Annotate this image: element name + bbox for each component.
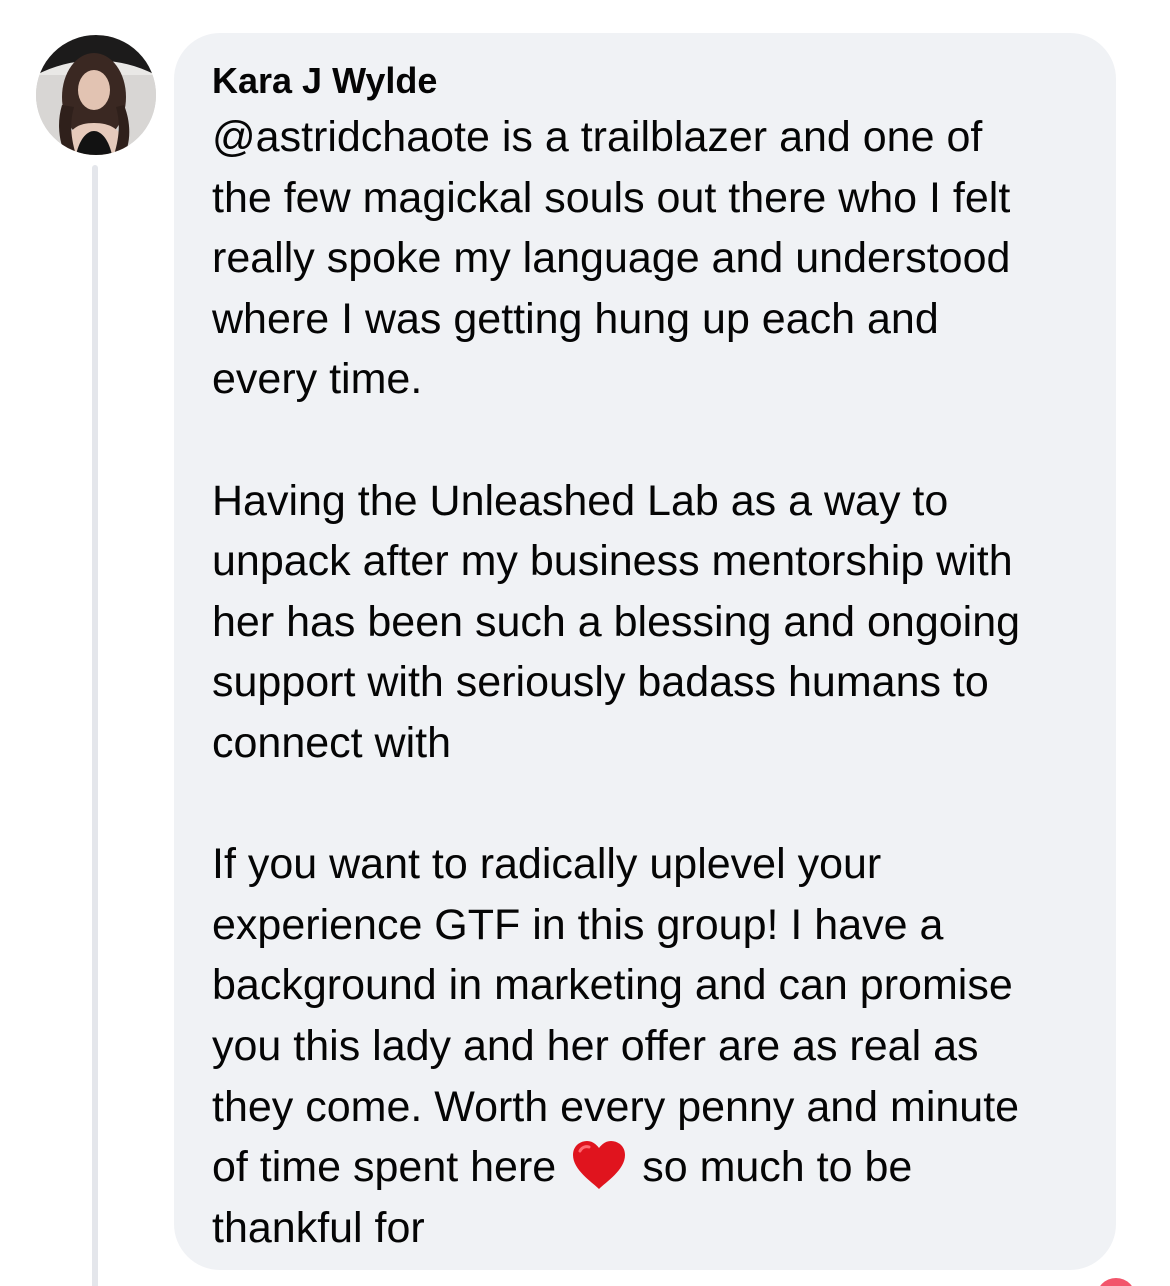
comment-line: they come. Worth every penny and minute [212, 1082, 1020, 1131]
comment-paragraph: If you want to radically uplevel your ex… [212, 834, 1086, 1258]
comment-line-with-emoji: of time spent here so much to be [212, 1137, 1086, 1198]
comment-line: you this lady and her offer are as real … [212, 1021, 979, 1070]
comment-text-after-emoji: so much to be [642, 1143, 913, 1192]
comment-line: her has been such a blessing and ongoing [212, 597, 1021, 646]
comment-line: Having the Unleashed Lab as a way to [212, 476, 949, 525]
comment-body: @astridchaote is a trailblazer and one o… [212, 107, 1086, 1258]
comment-author-name[interactable]: Kara J Wylde [212, 57, 1086, 105]
comment-line: connect with [212, 718, 452, 767]
red-heart-icon [573, 1141, 626, 1190]
comment-line: where I was getting hung up each and [212, 294, 939, 343]
comment-line: really spoke my language and understood [212, 234, 1011, 283]
reaction-indicator[interactable] [1096, 1278, 1136, 1286]
avatar-photo-icon [36, 35, 156, 155]
comment-line: support with seriously badass humans to [212, 658, 989, 707]
comment-paragraph: @astridchaote is a trailblazer and one o… [212, 107, 1086, 410]
comment-line: the few magickal souls out there who I f… [212, 173, 1011, 222]
comment-bubble[interactable]: Kara J Wylde @astridchaote is a trailbla… [174, 33, 1116, 1270]
comment-line: If you want to radically uplevel your [212, 840, 882, 889]
comment-line: experience GTF in this group! I have a [212, 900, 944, 949]
comment-line: unpack after my business mentorship with [212, 537, 1013, 586]
comment-line: @astridchaote is a trailblazer and one o… [212, 113, 983, 161]
author-avatar[interactable] [36, 35, 156, 155]
comment-paragraph: Having the Unleashed Lab as a way to unp… [212, 471, 1086, 774]
comment-text-before-emoji: of time spent here [212, 1143, 557, 1192]
comment-line: every time. [212, 355, 423, 404]
comment-line: background in marketing and can promise [212, 961, 1013, 1010]
comment-line: thankful for [212, 1203, 425, 1252]
reply-thread-line [92, 165, 98, 1286]
